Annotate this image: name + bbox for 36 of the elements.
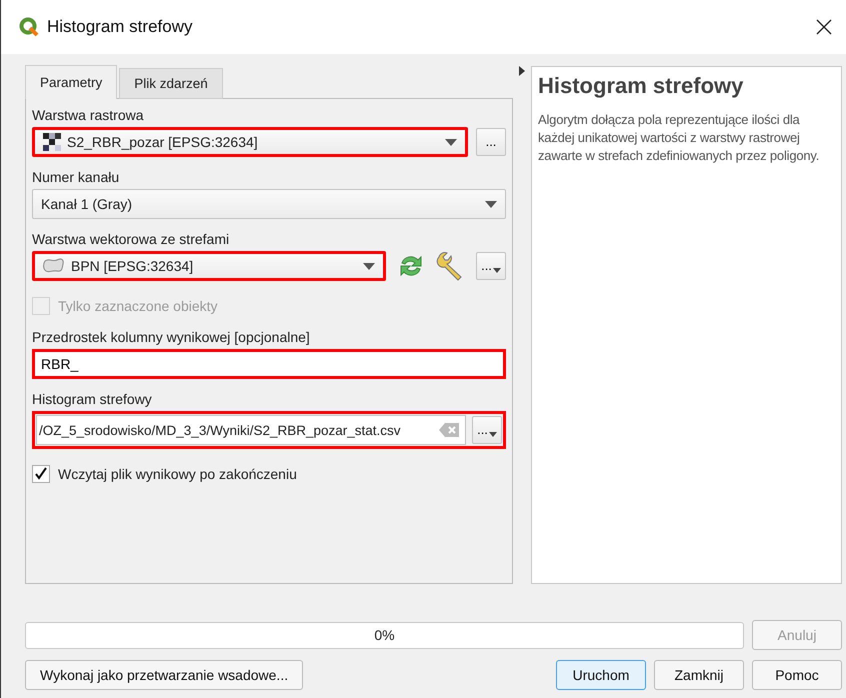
dropdown-caret-icon: [492, 268, 501, 273]
batch-button[interactable]: Wykonaj jako przetwarzanie wsadowe...: [25, 660, 304, 690]
dialog-button[interactable]: Zamknij: [654, 660, 744, 690]
dropdown-caret-icon: [485, 200, 497, 208]
checkbox-label: Tylko zaznaczone obiekty: [58, 298, 218, 314]
dropdown-caret-icon: [445, 138, 457, 146]
window-title: Histogram strefowy: [47, 17, 194, 37]
layer-dropdown[interactable]: Kanał 1 (Gray): [32, 189, 506, 219]
input-field[interactable]: RBR_: [32, 349, 506, 379]
browse-button[interactable]: ...: [472, 416, 502, 444]
checkbox-label: Wczytaj plik wynikowy po zakończeniu: [58, 466, 297, 482]
raster-layer-icon: [43, 133, 61, 151]
layer-dropdown[interactable]: S2_RBR_pozar [EPSG:32634]: [32, 127, 468, 157]
field-label: Przedrostek kolumny wynikowej [opcjonalne]: [32, 328, 311, 347]
field-label: Histogram strefowy: [32, 390, 153, 409]
tab[interactable]: Plik zdarzeń: [119, 68, 223, 99]
file-path-field[interactable]: /OZ_5_srodowisko/MD_3_3/Wyniki/S2_RBR_pozar_stat.csv: [36, 415, 466, 445]
field-label: Warstwa wektorowa ze strefami: [32, 230, 230, 249]
dialog-button[interactable]: Pomoc: [752, 660, 842, 690]
layer-dropdown[interactable]: BPN [EPSG:32634]: [32, 251, 386, 281]
field-label: Warstwa rastrowa: [32, 106, 145, 125]
close-icon[interactable]: [816, 19, 832, 35]
progress-reading: 0%: [374, 627, 395, 643]
collapse-arrow-icon[interactable]: [519, 66, 525, 76]
dropdown-caret-icon: [488, 432, 497, 437]
field-label: Numer kanału: [32, 168, 120, 187]
tab[interactable]: Parametry: [25, 65, 118, 99]
help-title: Histogram strefowy: [538, 73, 744, 99]
browse-button[interactable]: ...: [476, 128, 506, 156]
help-text: Algorytm dołącza pola reprezentujące ilości dla każdej unikatowej wartości z warstwy rastrowej zawarte w strefach zdefiniowanych przez poligony.: [538, 111, 820, 165]
app-logo-icon: [19, 17, 39, 37]
polygon-layer-icon: [43, 258, 65, 274]
dialog-button[interactable]: Uruchom: [556, 660, 646, 690]
checkbox[interactable]: [32, 465, 50, 483]
dropdown-caret-icon: [363, 262, 375, 270]
browse-button[interactable]: ...: [476, 252, 506, 280]
